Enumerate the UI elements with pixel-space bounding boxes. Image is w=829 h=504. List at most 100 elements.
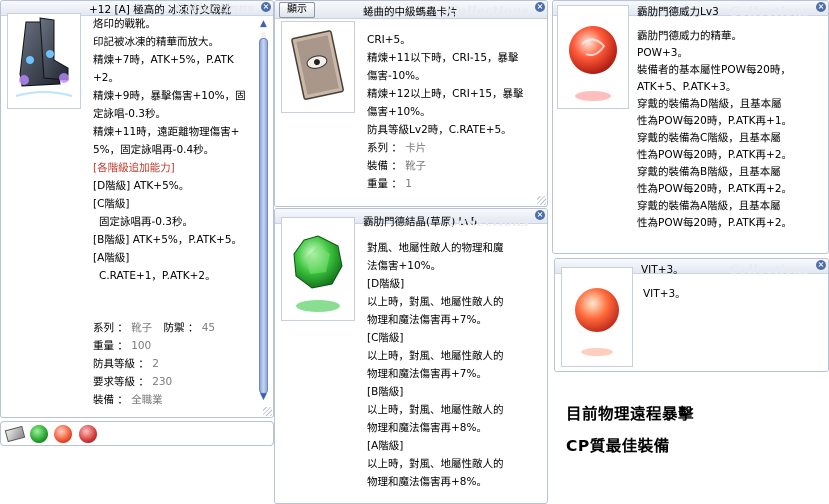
desc-line: 性為POW每20時，P.ATK再+2。	[637, 217, 793, 229]
item-description: VIT+3。	[643, 285, 686, 303]
desc-line: 防具等級Lv2時，C.RATE+5。	[367, 124, 512, 136]
desc-line: 物理和魔法傷害再+8%。	[367, 476, 487, 488]
desc-line: 性為POW每20時，P.ATK再+1。	[637, 115, 793, 127]
stat-row: 裝備 ： 靴子	[367, 160, 427, 172]
green-crystal-icon	[293, 235, 343, 312]
desc-line: [B階級]	[367, 386, 404, 398]
item-description: 烙印的戰靴。 印記被冰凍的精華而放大。 精煉+7時，ATK+5%，P.ATK +…	[93, 15, 246, 285]
item-description: CRI+5。 精煉+11以下時，CRI-15，暴擊 傷害-10%。 精煉+12以…	[367, 31, 524, 193]
desc-line: 固定詠唱再-0.3秒。	[99, 216, 193, 228]
desc-line: +2。	[93, 72, 119, 84]
collections-watermark: Collections	[729, 263, 810, 277]
green-crystal-slot-icon[interactable]	[30, 425, 48, 443]
desc-line: [C階級]	[93, 198, 130, 210]
collections-watermark: Collections	[729, 5, 810, 19]
desc-line: 以上時，對風、地屬性敵人的	[367, 458, 504, 470]
red-orb-slot-icon[interactable]	[54, 425, 72, 443]
scroll-up-icon[interactable]: ▲	[257, 18, 270, 30]
red-orb-icon	[569, 26, 617, 101]
section-heading: [各階級追加能力]	[93, 162, 175, 174]
desc-line: 精煉+11以下時，CRI-15，暴擊	[367, 52, 519, 64]
item-image	[561, 267, 633, 367]
close-icon[interactable]: ×	[535, 2, 545, 12]
item-window-boots: +12 [A] 極高的 冰凍符文戰靴 Collections × 烙印的戰靴。 …	[0, 0, 274, 418]
desc-line: 霸肋門德威力的精華。	[637, 30, 742, 42]
item-window-card: 顯示 蜷曲的中級螞蟲卡片 Collections × CRI+5。 精煉+11以…	[274, 0, 548, 207]
card-icon	[291, 30, 344, 100]
desc-line: [D階級]	[367, 278, 405, 290]
desc-line: CRI+5。	[367, 34, 411, 46]
orange-orb-icon	[575, 288, 619, 356]
desc-line: 傷害+10%。	[367, 106, 431, 118]
desc-line: 精煉+11時，遠距離物理傷害+	[93, 126, 240, 138]
desc-line: 物理和魔法傷害再+7%。	[367, 368, 487, 380]
close-icon[interactable]: ×	[816, 2, 826, 12]
item-window-crystal: 霸肋門德結晶(草原) Lv5 Collections × 對風、地屬性敵人的物理…	[274, 208, 548, 504]
item-stats: 系列 ： 靴子 防禦 ： 45 重量 ： 100 防具等級 ： 2 要求等級 ：…	[93, 319, 215, 409]
item-image	[281, 217, 355, 321]
desc-line: 物理和魔法傷害再+8%。	[367, 422, 487, 434]
boots-icon	[15, 17, 73, 97]
socket-slot-bar	[0, 421, 274, 446]
stat-row: 系列 ： 卡片	[367, 142, 427, 154]
window-title: 蜷曲的中級螞蟲卡片	[363, 6, 458, 18]
desc-line: 以上時，對風、地屬性敵人的	[367, 296, 504, 308]
desc-line: 烙印的戰靴。	[93, 18, 156, 30]
desc-line: 裝備者的基本屬性POW每20時，	[637, 64, 791, 76]
stat-row: 重量 ： 100	[93, 340, 152, 352]
desc-line: 傷害-10%。	[367, 70, 426, 82]
caption-line-2: CP質最佳裝備	[566, 437, 670, 455]
stat-row: 系列 ： 靴子 防禦 ： 45	[93, 322, 216, 334]
item-image	[7, 13, 81, 109]
stat-row: 重量 ： 1	[367, 178, 412, 190]
desc-line: C.RATE+1，P.ATK+2。	[99, 270, 216, 282]
close-icon[interactable]: ×	[535, 210, 545, 220]
scroll-down-icon[interactable]: ▼	[257, 391, 270, 403]
desc-line: 性為POW每20時，P.ATK再+2。	[637, 183, 793, 195]
collections-watermark: Collections	[448, 215, 529, 229]
desc-line: 以上時，對風、地屬性敵人的	[367, 350, 504, 362]
desc-line: 法傷害+10%。	[367, 260, 442, 272]
desc-line: [A階級]	[367, 440, 404, 452]
view-button[interactable]: 顯示	[279, 2, 315, 18]
desc-line: POW+3。	[637, 47, 688, 59]
dark-red-orb-slot-icon[interactable]	[79, 425, 97, 443]
resize-grip-icon[interactable]	[537, 196, 546, 205]
desc-line: 穿戴的裝備為C階級，且基本屬	[637, 132, 781, 144]
collections-watermark: Collections	[174, 1, 255, 15]
close-icon[interactable]: ×	[261, 2, 271, 12]
desc-line: [A階級]	[93, 252, 130, 264]
item-window-power: 霸肋門德威力Lv3 Collections × 霸肋門德威力的精華。 POW+3…	[552, 0, 829, 254]
desc-line: 以上時，對風、地屬性敵人的	[367, 404, 504, 416]
desc-line: ATK+5、P.ATK+3。	[637, 81, 737, 93]
scroll-thumb[interactable]	[259, 38, 268, 394]
desc-line: 物理和魔法傷害再+7%。	[367, 314, 487, 326]
desc-line: 穿戴的裝備為A階級，且基本屬	[637, 200, 781, 212]
close-icon[interactable]: ×	[816, 260, 826, 270]
desc-line: [D階級] ATK+5%。	[93, 180, 190, 192]
window-title: VIT+3。	[641, 264, 684, 276]
item-image	[281, 21, 355, 113]
desc-line: 定詠唱-0.3秒。	[93, 108, 166, 120]
desc-line: VIT+3。	[643, 288, 686, 300]
titlebar[interactable]: 顯示 蜷曲的中級螞蟲卡片 Collections ×	[275, 1, 547, 19]
stat-row: 裝備 ： 全職業	[93, 394, 163, 406]
desc-line: 精煉+9時，暴擊傷害+10%，固	[93, 90, 246, 102]
card-slot-icon[interactable]	[4, 425, 26, 443]
stat-row: 要求等級 ： 230	[93, 376, 173, 388]
desc-line: 穿戴的裝備為D階級，且基本屬	[637, 98, 782, 110]
item-description: 對風、地屬性敵人的物理和魔 法傷害+10%。 [D階級] 以上時，對風、地屬性敵…	[367, 239, 504, 491]
item-image	[557, 5, 629, 109]
desc-line: [C階級]	[367, 332, 404, 344]
desc-line: 印記被冰凍的精華而放大。	[93, 36, 219, 48]
desc-line: 對風、地屬性敵人的物理和魔	[367, 242, 504, 254]
scrollbar[interactable]: ▲ ▼	[257, 18, 270, 403]
resize-grip-icon[interactable]	[263, 407, 272, 416]
item-description: 霸肋門德威力的精華。 POW+3。 裝備者的基本屬性POW每20時， ATK+5…	[637, 28, 792, 232]
window-title: 霸肋門德威力Lv3	[637, 6, 719, 18]
item-window-vit: VIT+3。 Collections × VIT+3。	[554, 258, 829, 372]
caption-line-1: 目前物理遠程暴擊	[566, 405, 695, 423]
desc-line: 精煉+12以上時，CRI+15，暴擊	[367, 88, 524, 100]
desc-line: [B階級] ATK+5%，P.ATK+5。	[93, 234, 243, 246]
collections-watermark: Collections	[448, 4, 529, 18]
